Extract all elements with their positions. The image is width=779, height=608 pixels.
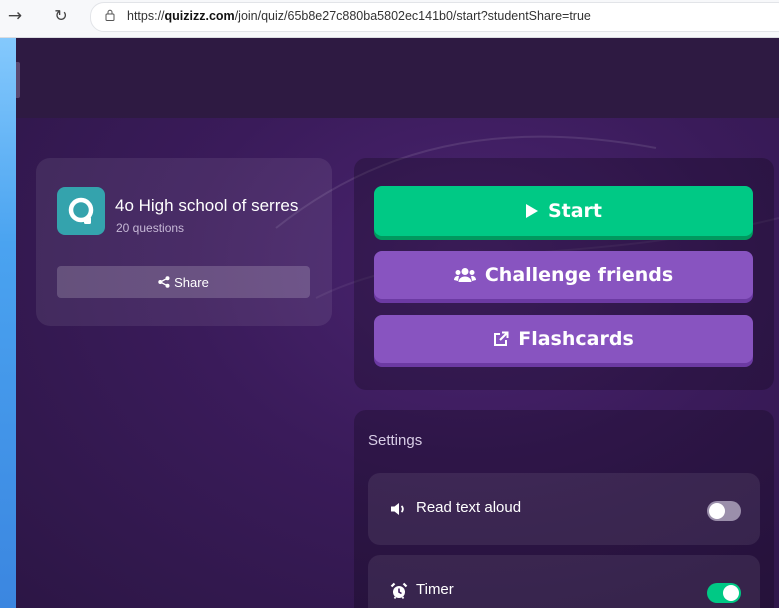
- toggle-knob: [709, 503, 725, 519]
- users-icon: [453, 268, 476, 282]
- forward-arrow-icon[interactable]: →: [4, 5, 26, 27]
- flashcards-label: Flashcards: [518, 328, 634, 350]
- question-count: 20 questions: [116, 221, 185, 235]
- share-label: Share: [174, 274, 209, 290]
- external-link-icon: [494, 331, 509, 346]
- timer-toggle[interactable]: [707, 583, 741, 603]
- settings-panel: Settings Read text aloud Timer: [354, 410, 774, 608]
- setting-timer: Timer: [368, 555, 760, 608]
- toggle-knob: [723, 585, 739, 601]
- url-path: /join/quiz/65b8e27c880ba5802ec141b0/star…: [234, 9, 591, 23]
- setting-read-text-aloud: Read text aloud: [368, 473, 760, 545]
- url-text[interactable]: https://quizizz.com/join/quiz/65b8e27c88…: [127, 9, 591, 23]
- page-info-icon[interactable]: [105, 9, 115, 21]
- url-prefix: https://: [127, 9, 165, 23]
- quizizz-logo-icon: [57, 187, 105, 235]
- share-button[interactable]: Share: [57, 266, 310, 298]
- browser-toolbar: → ↻ https://quizizz.com/join/quiz/65b8e2…: [0, 0, 779, 38]
- play-icon: [525, 204, 538, 218]
- actions-panel: Start Challenge friends Flashcards: [354, 158, 774, 390]
- start-button[interactable]: Start: [374, 186, 753, 236]
- challenge-label: Challenge friends: [484, 264, 674, 286]
- speaker-icon: [391, 503, 404, 515]
- timer-label: Timer: [416, 581, 454, 598]
- challenge-friends-button[interactable]: Challenge friends: [374, 251, 753, 299]
- quiz-app: 4o High school of serres 20 questions Sh…: [16, 38, 779, 608]
- quiz-info-card: 4o High school of serres 20 questions Sh…: [36, 158, 332, 326]
- url-domain: quizizz.com: [164, 9, 235, 23]
- reload-icon[interactable]: ↻: [50, 5, 72, 27]
- start-label: Start: [547, 200, 603, 222]
- flashcards-button[interactable]: Flashcards: [374, 315, 753, 363]
- share-icon: [158, 276, 170, 288]
- quiz-title: 4o High school of serres: [115, 196, 299, 215]
- alarm-clock-icon: [390, 582, 408, 599]
- address-bar[interactable]: https://quizizz.com/join/quiz/65b8e27c88…: [90, 2, 779, 32]
- read-aloud-label: Read text aloud: [416, 499, 522, 516]
- header-menu-edge[interactable]: [16, 62, 20, 98]
- settings-title: Settings: [368, 432, 423, 449]
- desktop-background-strip: [0, 0, 16, 608]
- read-aloud-toggle[interactable]: [707, 501, 741, 521]
- app-header: [16, 38, 779, 118]
